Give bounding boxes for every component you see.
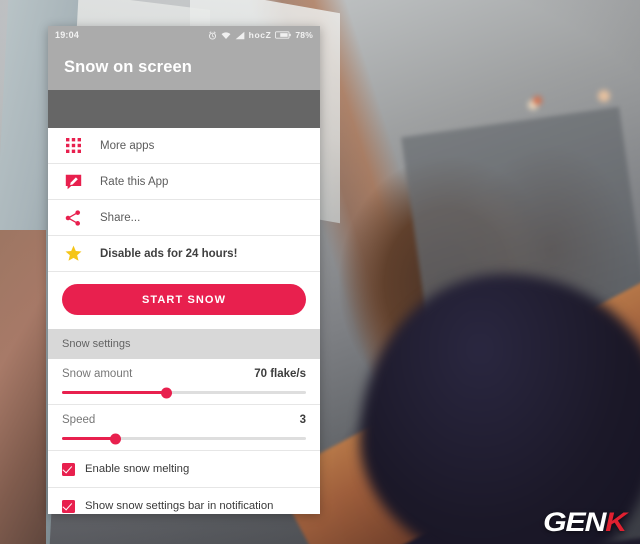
signal-icon <box>235 31 245 40</box>
wifi-icon <box>221 31 231 40</box>
status-bar-clock: 19:04 <box>55 30 80 40</box>
show-settings-bar-checkbox[interactable] <box>62 500 75 513</box>
show-settings-bar-label: Show snow settings bar in notification s… <box>85 500 274 512</box>
speed-slider[interactable] <box>62 433 306 444</box>
battery-percent-label: 78% <box>295 30 313 40</box>
status-bar-icons: hocZ 78% <box>208 30 313 40</box>
status-bar: 19:04 hocZ 78% <box>48 26 320 44</box>
background-streetlight-3 <box>533 96 542 105</box>
snow-amount-slider[interactable] <box>62 387 306 398</box>
snow-amount-label: Snow amount <box>62 368 133 380</box>
menu-item-rate-this-app[interactable]: Rate this App <box>48 164 320 200</box>
menu-item-label: More apps <box>100 139 155 152</box>
rate-pencil-icon <box>62 171 84 193</box>
background-balcony-rust <box>0 230 46 544</box>
setting-row-show-settings-bar[interactable]: Show snow settings bar in notification s… <box>48 488 320 514</box>
setting-row-speed: Speed 3 <box>48 405 320 451</box>
alarm-icon <box>208 31 217 40</box>
screenshot-root: 19:04 hocZ 78% Snow on screen More apps … <box>0 0 640 544</box>
grid-apps-icon <box>62 135 84 157</box>
menu-list: More apps Rate this App Share... Disable… <box>48 128 320 272</box>
snow-amount-slider-thumb[interactable] <box>161 387 173 398</box>
background-streetlight-1 <box>598 90 610 102</box>
speed-slider-fill <box>62 437 116 440</box>
snow-settings-section-header: Snow settings <box>48 329 320 359</box>
speed-value: 3 <box>299 414 306 426</box>
menu-item-share[interactable]: Share... <box>48 200 320 236</box>
menu-item-disable-ads[interactable]: Disable ads for 24 hours! <box>48 236 320 272</box>
app-window: 19:04 hocZ 78% Snow on screen More apps … <box>48 26 320 514</box>
status-bar-carrier: hocZ <box>248 30 272 40</box>
menu-item-label: Disable ads for 24 hours! <box>100 247 238 260</box>
share-icon <box>62 207 84 229</box>
menu-item-more-apps[interactable]: More apps <box>48 128 320 164</box>
speed-label: Speed <box>62 414 96 426</box>
enable-snow-melting-label: Enable snow melting <box>85 463 190 475</box>
app-toolbar: Snow on screen <box>48 44 320 90</box>
genk-watermark-k: K <box>605 507 627 537</box>
menu-item-label: Rate this App <box>100 175 169 188</box>
enable-snow-melting-checkbox[interactable] <box>62 463 75 476</box>
background-woman <box>360 274 640 544</box>
battery-icon <box>275 31 292 39</box>
start-snow-button[interactable]: START SNOW <box>62 284 306 315</box>
star-icon <box>62 243 84 265</box>
snow-amount-value: 70 flake/s <box>254 368 306 380</box>
page-title: Snow on screen <box>64 57 192 76</box>
ad-banner[interactable] <box>48 90 320 128</box>
setting-row-snow-amount: Snow amount 70 flake/s <box>48 359 320 405</box>
primary-action-container: START SNOW <box>48 272 320 329</box>
section-title: Snow settings <box>62 338 131 350</box>
speed-header: Speed 3 <box>62 414 306 426</box>
snow-amount-header: Snow amount 70 flake/s <box>62 368 306 380</box>
genk-watermark: GENK <box>543 507 627 537</box>
genk-watermark-gen: GEN <box>543 507 606 537</box>
menu-item-label: Share... <box>100 211 141 224</box>
setting-row-enable-snow-melting[interactable]: Enable snow melting <box>48 451 320 488</box>
speed-slider-thumb[interactable] <box>110 433 122 444</box>
snow-amount-slider-fill <box>62 391 167 394</box>
